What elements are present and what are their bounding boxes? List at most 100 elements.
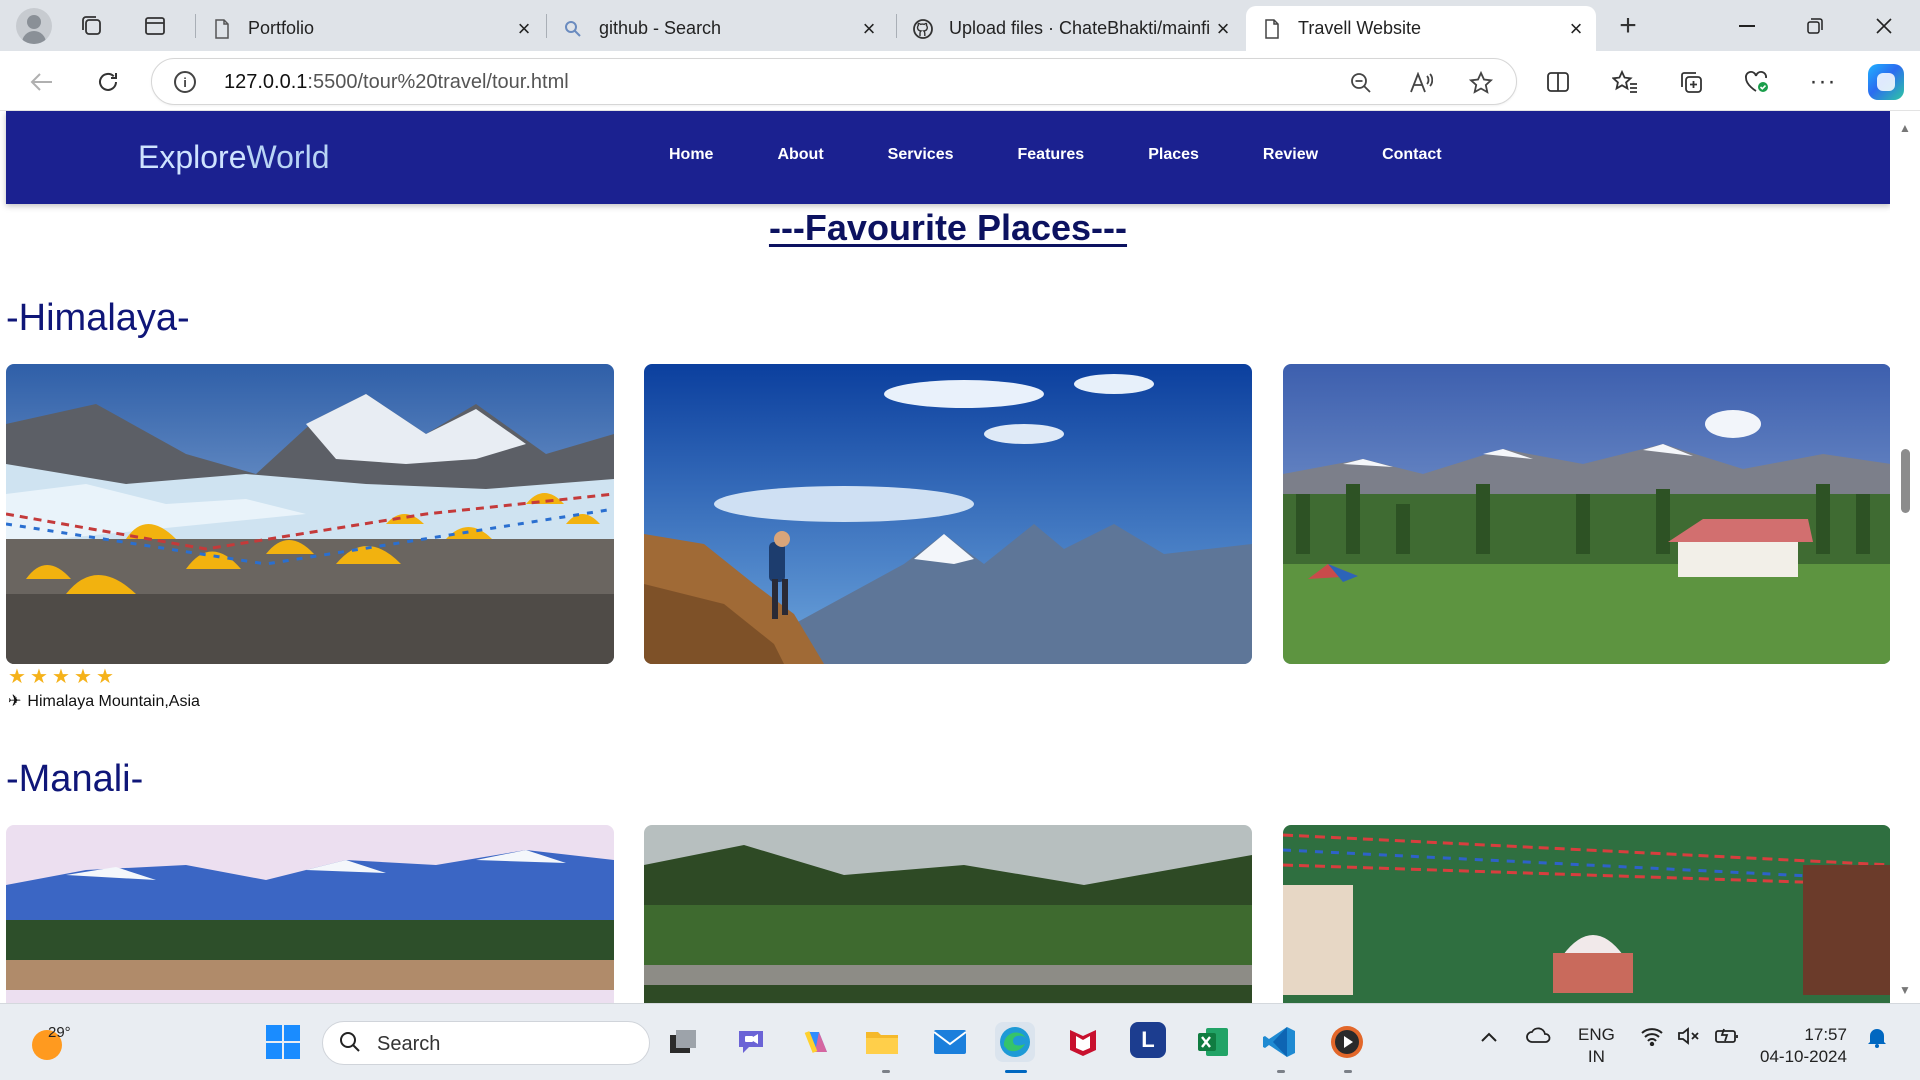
refresh-icon[interactable]: [90, 64, 126, 100]
taskbar-search[interactable]: Search: [322, 1021, 650, 1065]
page-icon: [1262, 18, 1282, 39]
tab-portfolio[interactable]: Portfolio ×: [196, 6, 544, 51]
restore-icon[interactable]: [1782, 0, 1848, 51]
search-icon: [563, 19, 583, 39]
notification-bell-icon[interactable]: [1867, 1026, 1887, 1054]
tab-label: github - Search: [599, 18, 722, 38]
manali-mountains-image[interactable]: [6, 825, 614, 1003]
favorites-icon[interactable]: [1608, 65, 1642, 99]
windows-start-icon[interactable]: [263, 1022, 303, 1062]
minimize-icon[interactable]: [1714, 0, 1780, 51]
tab-close-icon[interactable]: ×: [1209, 15, 1237, 43]
running-indicator: [882, 1070, 890, 1073]
profile-avatar[interactable]: [16, 8, 52, 44]
browser-tab-strip: Portfolio × github - Search × Upload fil…: [0, 0, 1920, 51]
logo-world: World: [246, 139, 330, 175]
running-indicator: [1344, 1070, 1352, 1073]
address-bar[interactable]: i 127.0.0.1:5500/tour%20travel/tour.html: [151, 58, 1517, 105]
site-info-icon[interactable]: i: [174, 71, 196, 93]
tab-label: Upload files · ChateBhakti/mainfi: [949, 18, 1209, 38]
page-scrollbar[interactable]: ▲ ▼: [1890, 111, 1920, 1003]
onedrive-cloud-icon[interactable]: [1526, 1026, 1552, 1049]
nav-about[interactable]: About: [777, 146, 823, 164]
region-code: IN: [1587, 1047, 1605, 1066]
copilot-icon[interactable]: [1868, 64, 1904, 100]
favorite-star-icon[interactable]: [1467, 69, 1495, 97]
nav-home[interactable]: Home: [669, 146, 713, 164]
back-arrow-icon[interactable]: [24, 64, 60, 100]
page-icon: [212, 18, 232, 39]
site-navbar: ExploreWorld Home About Services Feature…: [6, 111, 1891, 204]
nav-services[interactable]: Services: [888, 146, 954, 164]
star-icon: ★: [96, 666, 114, 688]
nav-review[interactable]: Review: [1263, 146, 1318, 164]
zoom-icon[interactable]: [1347, 69, 1375, 97]
mail-icon[interactable]: [930, 1022, 970, 1062]
browser-essentials-icon[interactable]: [1740, 65, 1774, 99]
language-code: ENG: [1578, 1025, 1615, 1044]
excel-icon[interactable]: [1193, 1022, 1233, 1062]
manali-forest-image[interactable]: [644, 825, 1252, 1003]
task-view-icon[interactable]: [663, 1022, 703, 1062]
tab-close-icon[interactable]: ×: [1562, 15, 1590, 43]
battery-charging-icon[interactable]: [1714, 1026, 1740, 1052]
settings-more-icon[interactable]: ···: [1806, 65, 1840, 99]
active-app-indicator: [1005, 1070, 1027, 1073]
site-logo[interactable]: ExploreWorld: [138, 139, 329, 176]
himalaya-valley-image[interactable]: [1283, 364, 1891, 664]
letter-l-app-icon[interactable]: L: [1130, 1022, 1166, 1058]
star-icon: ★: [8, 666, 26, 688]
tab-close-icon[interactable]: ×: [855, 15, 883, 43]
weather-widget[interactable]: 29°: [30, 1022, 71, 1060]
tab-upload-files[interactable]: Upload files · ChateBhakti/mainfi ×: [897, 6, 1243, 51]
teams-chat-icon[interactable]: [731, 1022, 771, 1062]
new-tab-plus-icon[interactable]: +: [1612, 9, 1644, 42]
scroll-down-arrow-icon[interactable]: ▼: [1898, 983, 1912, 997]
place-caption: ✈ Himalaya Mountain,Asia: [8, 691, 200, 711]
edge-browser-icon[interactable]: [995, 1022, 1035, 1062]
place-heading-himalaya: -Himalaya-: [6, 297, 190, 339]
star-icon: ★: [74, 666, 92, 688]
read-aloud-icon[interactable]: [1407, 69, 1435, 97]
tab-label: Travell Website: [1298, 18, 1422, 38]
himalaya-hiker-image[interactable]: [644, 364, 1252, 664]
windows-taskbar: 29° Search L ENG IN 17:57 04-10-2024: [0, 1003, 1920, 1080]
split-screen-icon[interactable]: [1541, 65, 1575, 99]
tab-close-icon[interactable]: ×: [510, 15, 538, 43]
scroll-up-arrow-icon[interactable]: ▲: [1898, 121, 1912, 135]
page-viewport: ExploreWorld Home About Services Feature…: [0, 111, 1920, 1003]
place-heading-manali: -Manali-: [6, 758, 144, 800]
system-clock[interactable]: 17:57 04-10-2024: [1760, 1024, 1847, 1068]
url-text[interactable]: 127.0.0.1:5500/tour%20travel/tour.html: [224, 71, 569, 94]
vertical-tabs-icon[interactable]: [139, 10, 171, 42]
himalaya-basecamp-image[interactable]: [6, 364, 614, 664]
workspaces-icon[interactable]: [76, 10, 108, 42]
logo-explore: Explore: [138, 139, 247, 175]
github-icon: [913, 18, 933, 39]
mcafee-icon[interactable]: [1063, 1022, 1103, 1062]
section-title: ---Favourite Places---: [768, 207, 1128, 248]
copilot-app-icon[interactable]: [797, 1022, 837, 1062]
volume-muted-icon[interactable]: [1677, 1026, 1701, 1052]
file-explorer-icon[interactable]: [862, 1022, 902, 1062]
nav-features[interactable]: Features: [1018, 146, 1085, 164]
scroll-thumb[interactable]: [1901, 449, 1910, 513]
manali-temple-image[interactable]: [1283, 825, 1891, 1003]
search-icon: [339, 1031, 361, 1059]
tab-travell-website[interactable]: Travell Website ×: [1246, 6, 1596, 51]
show-hidden-icons-chevron-icon[interactable]: [1480, 1026, 1498, 1049]
wifi-icon[interactable]: [1640, 1026, 1664, 1052]
nav-places[interactable]: Places: [1148, 146, 1199, 164]
browser-toolbar: i 127.0.0.1:5500/tour%20travel/tour.html…: [0, 51, 1920, 111]
nav-contact[interactable]: Contact: [1382, 146, 1442, 164]
tab-github-search[interactable]: github - Search ×: [547, 6, 889, 51]
language-indicator[interactable]: ENG IN: [1578, 1024, 1615, 1068]
url-host: 127.0.0.1: [224, 71, 308, 93]
window-close-icon[interactable]: [1851, 0, 1917, 51]
clock-date: 04-10-2024: [1760, 1047, 1847, 1066]
temperature: 29°: [48, 1024, 71, 1041]
nav-links: Home About Services Features Places Revi…: [669, 146, 1506, 164]
collections-icon[interactable]: [1674, 65, 1708, 99]
media-player-icon[interactable]: [1327, 1022, 1367, 1062]
vscode-icon[interactable]: [1260, 1022, 1300, 1062]
